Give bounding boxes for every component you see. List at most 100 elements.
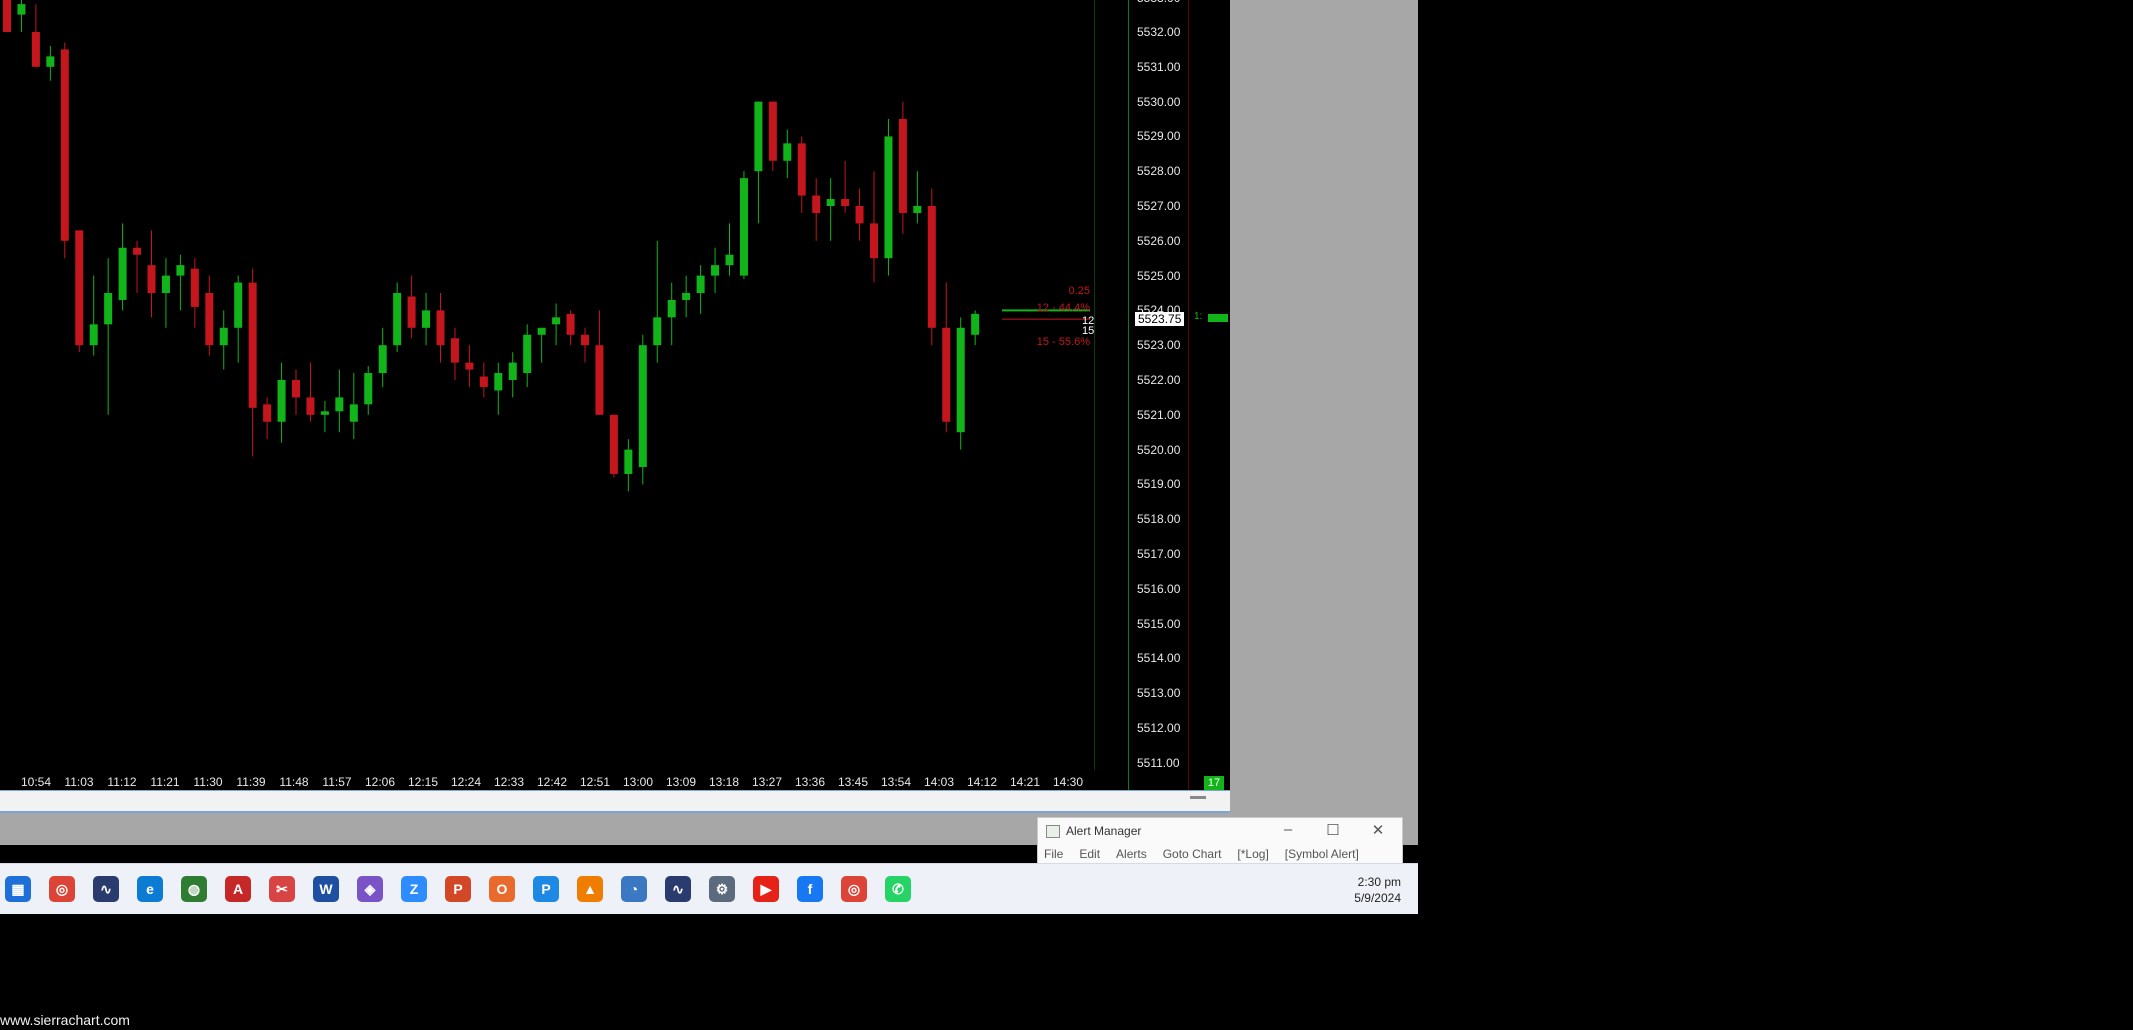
time-tick-label: 11:21 <box>150 775 180 789</box>
candle-body <box>595 345 604 415</box>
alert-manager-window[interactable]: Alert Manager – ☐ ✕ File Edit Alerts Goto C… <box>1037 817 1403 869</box>
candle-body <box>161 275 170 293</box>
candle-body <box>841 199 850 206</box>
candle-body <box>653 317 662 346</box>
alert-menu-item[interactable]: File <box>1044 847 1063 861</box>
time-tick-label: 11:12 <box>107 775 137 789</box>
price-tick-label: 5511.00 <box>1137 755 1180 770</box>
pcloud-icon[interactable]: P <box>533 876 559 902</box>
candle-body <box>870 223 878 259</box>
facebook-icon[interactable]: f <box>797 876 823 902</box>
acrobat-icon[interactable]: A <box>225 876 251 902</box>
price-tick-label: 5520.00 <box>1137 442 1181 457</box>
candle-body <box>508 362 517 380</box>
youtube-icon[interactable]: ▶ <box>753 876 779 902</box>
candle-body <box>942 327 951 422</box>
time-tick-label: 13:27 <box>751 775 783 789</box>
candle-body <box>566 313 575 335</box>
whatsapp-icon[interactable]: ✆ <box>885 876 911 902</box>
candle-body <box>523 334 532 374</box>
globe-icon[interactable]: ◍ <box>181 876 207 902</box>
clock-date: 5/9/2024 <box>1354 891 1401 905</box>
system-clock[interactable]: 2:30 pm 5/9/2024 <box>1354 874 1401 906</box>
candle-body <box>306 397 315 415</box>
candle-body <box>465 362 474 370</box>
candle-body <box>739 178 748 276</box>
candle-body <box>234 282 243 328</box>
minimize-button[interactable]: – <box>1273 821 1303 838</box>
word-icon[interactable]: W <box>313 876 339 902</box>
candle-body <box>176 265 185 276</box>
price-tick-label: 5512.00 <box>1137 721 1181 735</box>
price-tick-label: 5528.00 <box>1137 164 1181 179</box>
price-tick-label: 5513.00 <box>1137 686 1181 701</box>
browser-icon[interactable]: ◔ <box>621 876 647 902</box>
chart-window-scrollbar[interactable] <box>0 790 1230 813</box>
time-tick-label: 14:03 <box>923 775 955 789</box>
sierra-chart-alt-icon[interactable]: ∿ <box>665 876 691 902</box>
time-tick-label: 13:00 <box>622 775 654 789</box>
desktop-gray-area <box>1230 0 1418 845</box>
time-tick-label: 12:51 <box>579 775 611 789</box>
chrome-icon[interactable]: ◎ <box>49 876 75 902</box>
dom-panel[interactable]: 1: 17 <box>1187 0 1228 790</box>
start-icon[interactable]: ▦ <box>5 876 31 902</box>
zoom-icon[interactable]: Z <box>401 876 427 902</box>
candle-body <box>393 293 402 346</box>
candle-body <box>725 254 734 266</box>
office-icon[interactable]: O <box>489 876 515 902</box>
alert-menu-item[interactable]: Alerts <box>1116 847 1147 861</box>
candle-body <box>31 32 40 67</box>
alert-menu-item[interactable]: Goto Chart <box>1163 847 1222 861</box>
scrollbar-grip[interactable] <box>1190 796 1206 799</box>
price-tick-label: 5533.00 <box>1137 0 1180 5</box>
time-tick-label: 12:15 <box>407 775 439 789</box>
time-tick-label: 14:21 <box>1009 775 1041 789</box>
candle-body <box>292 380 300 398</box>
candle-body <box>450 338 459 363</box>
snipping-tool-icon[interactable]: ✂ <box>269 876 295 902</box>
candle-body <box>335 397 344 412</box>
time-tick-label: 13:36 <box>794 775 826 789</box>
alert-menu-item[interactable]: [Symbol Alert] <box>1285 847 1359 861</box>
powerpoint-icon[interactable]: P <box>445 876 471 902</box>
copilot-icon[interactable]: ◈ <box>357 876 383 902</box>
price-tick-label: 5529.00 <box>1137 129 1181 144</box>
price-tick-label: 5523.00 <box>1137 338 1181 353</box>
clock-time: 2:30 pm <box>1357 875 1401 889</box>
maximize-button[interactable]: ☐ <box>1318 821 1348 839</box>
candle-body <box>552 317 561 325</box>
time-tick-label: 14:12 <box>966 775 998 789</box>
price-tick-label: 5527.00 <box>1137 199 1181 213</box>
alert-menu-item[interactable]: [*Log] <box>1237 847 1268 861</box>
candle-body <box>609 414 618 474</box>
tick-size-label: 0.25 <box>1069 285 1090 297</box>
candle-body <box>884 136 893 259</box>
candle-body <box>682 293 691 300</box>
candle-body <box>754 101 763 172</box>
close-button[interactable]: ✕ <box>1363 821 1393 839</box>
candle-body <box>812 195 821 213</box>
edge-icon[interactable]: e <box>137 876 163 902</box>
time-axis: 10:54 11:03 11:12 11:21 11:30 11:39 11:48 11:57… <box>0 770 1095 790</box>
candlestick-chart[interactable]: 0.25 12 - 44.4% 15 - 55.6% 12 15 10:54 11:03 1… <box>0 0 1118 790</box>
price-tick-label: 5515.00 <box>1137 616 1181 631</box>
price-tick-label: 5518.00 <box>1137 512 1181 527</box>
time-tick-label: 12:33 <box>493 775 525 789</box>
vlc-icon[interactable]: ▲ <box>577 876 603 902</box>
candle-body <box>190 268 199 307</box>
time-tick-label: 13:09 <box>665 775 697 789</box>
candle-body <box>89 324 98 346</box>
candle-body <box>349 404 358 422</box>
candle-body <box>479 376 488 387</box>
candle-body <box>696 275 705 293</box>
settings-icon[interactable]: ⚙ <box>709 876 735 902</box>
candle-body <box>956 327 965 433</box>
time-tick-label: 12:42 <box>536 775 568 789</box>
sierra-chart-icon[interactable]: ∿ <box>93 876 119 902</box>
chrome-alt-icon[interactable]: ◎ <box>841 876 867 902</box>
alert-menu-item[interactable]: Edit <box>1079 847 1100 861</box>
time-tick-label: 12:06 <box>364 775 396 789</box>
time-tick-label: 10:54 <box>20 775 52 789</box>
bid-count-label: 15 <box>1082 325 1094 337</box>
